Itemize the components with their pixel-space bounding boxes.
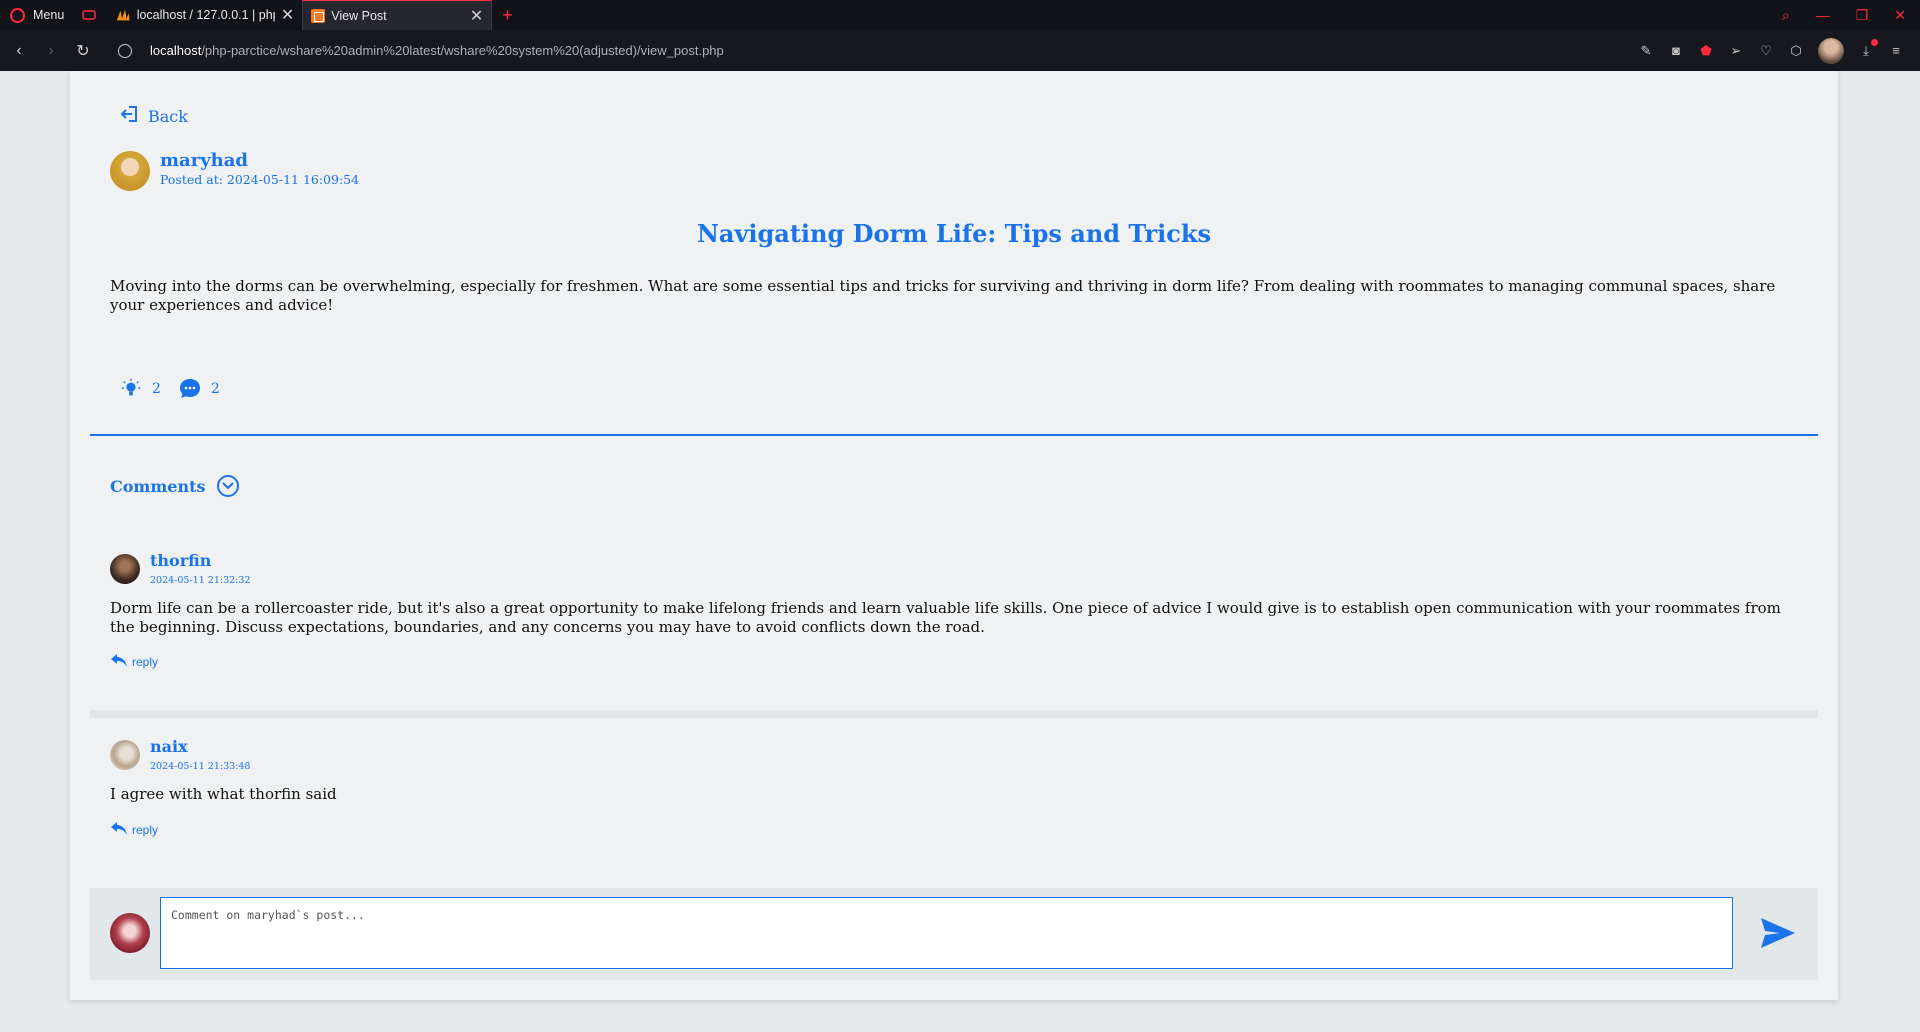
comment-separator xyxy=(90,710,1818,718)
post-title: Navigating Dorm Life: Tips and Tricks xyxy=(696,219,1212,248)
url-field[interactable]: localhost/php-parctice/wshare%20admin%20… xyxy=(150,43,724,58)
edit-share-icon[interactable]: ✎ xyxy=(1638,43,1654,59)
browser-tab-bar: Menu localhost / 127.0.0.1 | phpM ✕ View… xyxy=(0,0,1920,30)
reply-button[interactable]: reply xyxy=(110,821,158,837)
comments-toggle[interactable]: Comments xyxy=(110,475,240,497)
idea-count: 2 xyxy=(152,381,161,397)
minimize-icon[interactable]: — xyxy=(1816,7,1830,23)
commenter-avatar[interactable] xyxy=(110,554,140,584)
url-host: localhost xyxy=(150,43,202,58)
post-card: Back maryhad Posted at: 2024-05-11 16:09… xyxy=(70,71,1838,1000)
forward-arrow-icon[interactable]: › xyxy=(38,42,64,60)
xampp-favicon-icon xyxy=(311,8,326,23)
comment-bubble-icon[interactable] xyxy=(179,378,201,400)
reply-button[interactable]: reply xyxy=(110,653,158,669)
comments-heading: Comments xyxy=(110,476,206,496)
post-body: Moving into the dorms can be overwhelmin… xyxy=(110,277,1776,314)
heart-icon[interactable]: ♡ xyxy=(1758,43,1774,59)
browser-toolbar: ✎ ◙ ⬟ ➢ ♡ ⬡ ⤓ ≡ xyxy=(1638,37,1920,64)
tab-view-post[interactable]: View Post ✕ xyxy=(302,0,493,30)
comment-text: Dorm life can be a rollercoaster ride, b… xyxy=(110,599,1781,636)
new-tab-plus-icon[interactable]: + xyxy=(502,5,513,26)
cube-icon[interactable]: ⬡ xyxy=(1788,43,1804,59)
reload-icon[interactable]: ↻ xyxy=(70,41,96,61)
tab-phpmyadmin[interactable]: localhost / 127.0.0.1 | phpM ✕ xyxy=(108,0,302,30)
page-background: Back maryhad Posted at: 2024-05-11 16:09… xyxy=(0,71,1920,1032)
camera-icon[interactable]: ◙ xyxy=(1668,43,1684,59)
tab-title: localhost / 127.0.0.1 | phpM xyxy=(136,8,275,22)
send-icon[interactable] xyxy=(1760,916,1796,950)
posted-timestamp: Posted at: 2024-05-11 16:09:54 xyxy=(160,172,360,187)
comment-date: 2024-05-11 21:32:32 xyxy=(150,575,251,586)
url-path: /php-parctice/wshare%20admin%20latest/ws… xyxy=(201,43,724,58)
comment-item: naix 2024-05-11 21:33:48 I agree with wh… xyxy=(90,737,1818,867)
site-info-globe-icon[interactable] xyxy=(118,43,132,58)
profile-avatar[interactable] xyxy=(1818,37,1844,64)
commenter-avatar[interactable] xyxy=(110,740,140,770)
tab-close-icon[interactable]: ✕ xyxy=(281,5,294,25)
comment-input[interactable] xyxy=(160,897,1733,969)
gx-control-icon[interactable] xyxy=(82,10,97,20)
tab-close-icon[interactable]: ✕ xyxy=(470,6,483,26)
browser-address-bar: ‹ › ↻ localhost/php-parctice/wshare%20ad… xyxy=(0,30,1920,71)
browser-menu-label: Menu xyxy=(33,8,65,22)
tab-title: View Post xyxy=(331,8,387,23)
phpmyadmin-favicon-icon xyxy=(117,9,130,21)
browser-menu-button[interactable]: Menu xyxy=(0,0,74,30)
idea-bulb-icon[interactable] xyxy=(120,377,142,401)
adblock-shield-icon[interactable]: ⬟ xyxy=(1698,43,1714,59)
commenter-name[interactable]: naix xyxy=(150,737,188,756)
send-icon[interactable]: ➢ xyxy=(1728,43,1744,59)
author-avatar[interactable] xyxy=(110,151,150,191)
back-arrow-icon xyxy=(120,105,137,122)
post-stats: 2 2 xyxy=(120,377,220,401)
comment-item: thorfin 2024-05-11 21:32:32 Dorm life ca… xyxy=(90,551,1818,706)
comment-text: I agree with what thorfin said xyxy=(110,785,337,803)
window-controls: ⌕ — ❐ ✕ xyxy=(1782,7,1920,24)
reply-arrow-icon xyxy=(111,654,127,667)
comment-composer xyxy=(90,888,1818,980)
restore-icon[interactable]: ❐ xyxy=(1856,7,1869,24)
divider xyxy=(90,434,1818,436)
search-tabs-icon[interactable]: ⌕ xyxy=(1782,7,1790,24)
back-label: Back xyxy=(148,107,188,126)
reply-arrow-icon xyxy=(111,822,127,835)
easy-setup-icon[interactable]: ≡ xyxy=(1888,43,1904,59)
reply-label: reply xyxy=(132,655,159,669)
download-icon[interactable]: ⤓ xyxy=(1858,38,1878,59)
author-name[interactable]: maryhad xyxy=(160,150,248,171)
reply-label: reply xyxy=(132,823,159,837)
commenter-name[interactable]: thorfin xyxy=(150,551,211,570)
back-arrow-icon[interactable]: ‹ xyxy=(6,42,32,60)
chevron-down-icon xyxy=(217,475,240,497)
opera-logo-icon xyxy=(10,7,25,23)
back-link[interactable]: Back xyxy=(120,101,188,126)
close-window-icon[interactable]: ✕ xyxy=(1894,7,1906,24)
comment-date: 2024-05-11 21:33:48 xyxy=(150,761,251,772)
current-user-avatar xyxy=(110,913,150,953)
comment-count: 2 xyxy=(210,381,220,397)
